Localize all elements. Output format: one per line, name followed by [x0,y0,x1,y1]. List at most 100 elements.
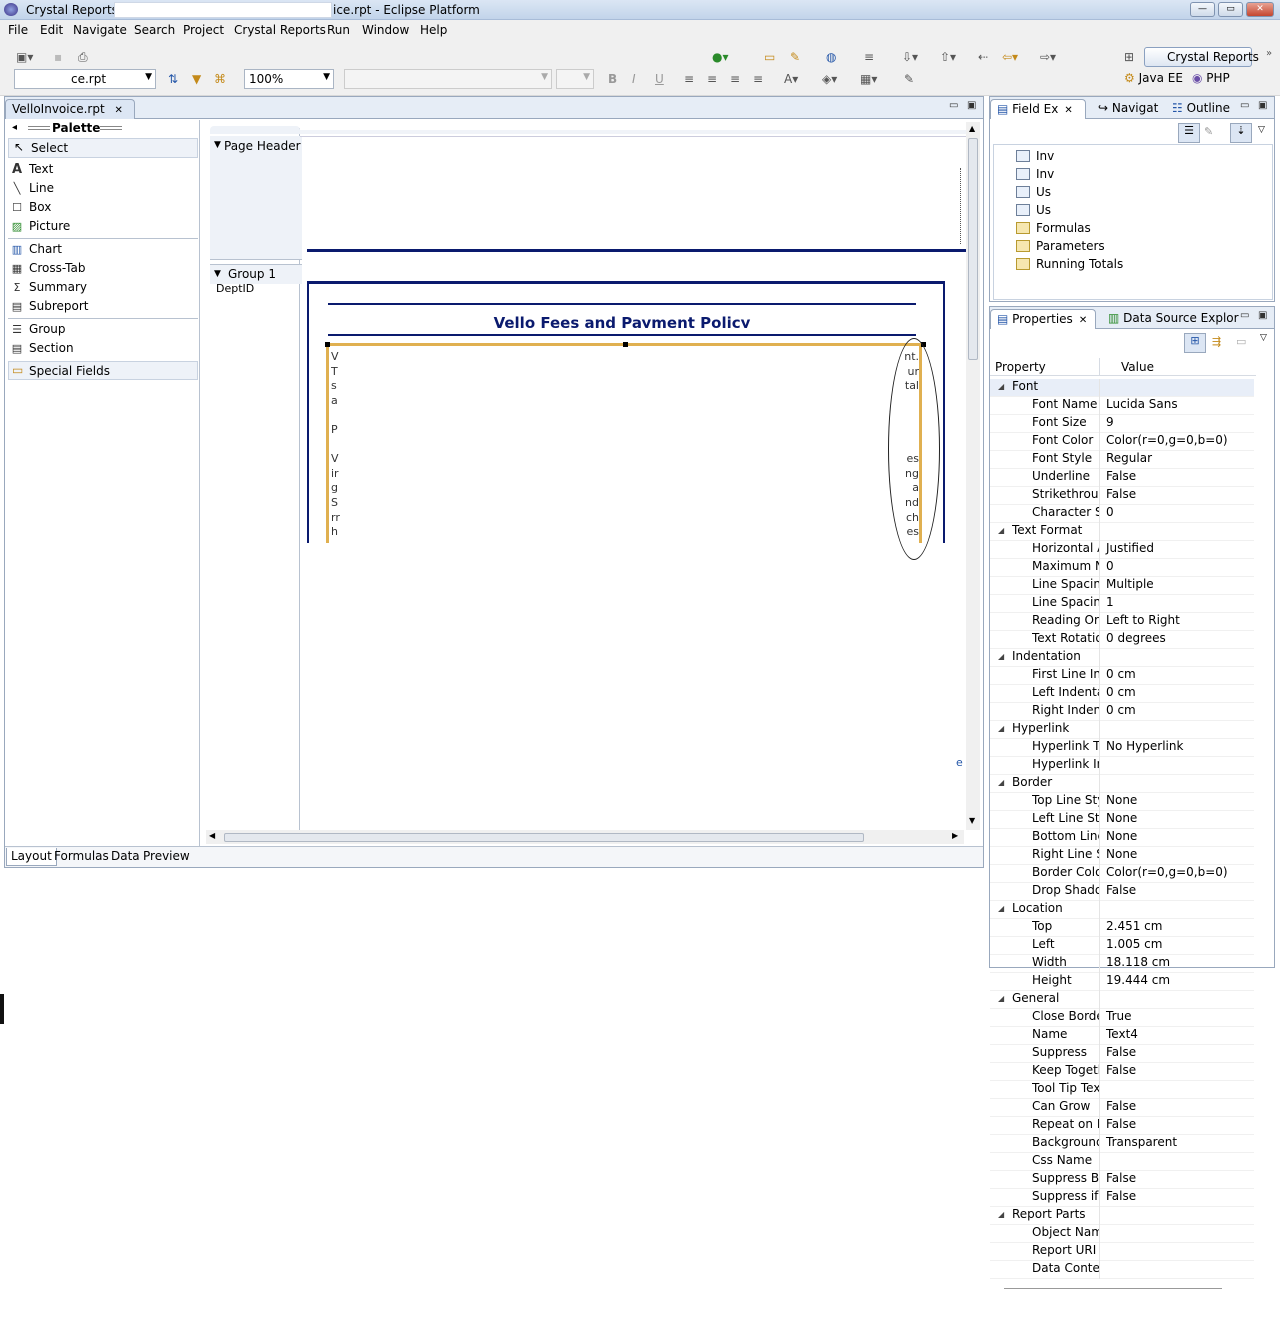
show-categories-icon[interactable]: ⊞ [1184,333,1206,353]
tree-view-icon[interactable]: ☰ [1178,123,1200,143]
close-icon[interactable]: ✕ [1064,105,1072,116]
font-color-icon[interactable]: A▾ [784,71,798,87]
section-bar-report-header[interactable] [210,126,300,134]
tab-outline[interactable]: ☷ Outline [1166,99,1236,119]
border-icon[interactable]: ▦▾ [860,71,877,87]
expand-arrow-icon[interactable]: ▼ [214,140,221,150]
tab-navigator[interactable]: ↪ Navigat [1092,99,1164,119]
align-left-icon[interactable]: ≡ [684,71,694,87]
property-row[interactable]: Text Rotation 0 degrees [990,631,1254,649]
open-folder-icon[interactable]: ▭ [764,49,775,65]
property-value[interactable]: False [1106,1099,1136,1113]
property-value[interactable]: 0 cm [1106,685,1136,699]
annotation-prev-icon[interactable]: ⇩▾ [902,49,918,65]
vertical-scroll-thumb[interactable] [968,138,978,360]
sql-icon[interactable]: ⌘ [214,71,226,87]
tree-item-table[interactable]: Inv [1016,149,1054,163]
palette-item-box[interactable]: ☐ Box [10,200,51,214]
annotation-next-icon[interactable]: ⇧▾ [940,49,956,65]
property-row[interactable]: Font Size 9 [990,415,1254,433]
property-value[interactable]: False [1106,469,1136,483]
section-group1[interactable]: ▼ Group 1 [210,264,302,284]
property-row[interactable]: Underline False [990,469,1254,487]
property-category[interactable]: ◢ Font [990,379,1254,397]
property-value[interactable]: 9 [1106,415,1114,429]
minimize-view-icon[interactable]: ▭ [1240,310,1249,321]
tree-item-parameters[interactable]: Parameters [1016,239,1105,253]
wand-icon[interactable]: ✎ [790,49,800,65]
horizontal-scrollbar[interactable]: ◀ ▶ [206,830,964,844]
property-row[interactable]: Maximum Nu 0 [990,559,1254,577]
property-row[interactable]: Object Name [990,1225,1254,1243]
tree-item-table[interactable]: Us [1016,185,1051,199]
property-row[interactable]: Width 18.118 cm [990,955,1254,973]
property-row[interactable]: Bottom Line None [990,829,1254,847]
perspective-crystal-reports[interactable]: Crystal Reports [1144,47,1259,67]
property-row[interactable]: Horizontal Al Justified [990,541,1254,559]
property-row[interactable]: Line Spacing 1 [990,595,1254,613]
property-value[interactable]: False [1106,1171,1136,1185]
property-row[interactable]: Tool Tip Text [990,1081,1254,1099]
maximize-view-icon[interactable]: ▣ [1258,100,1267,111]
menu-run[interactable]: Run [327,23,350,37]
collapse-triangle-icon[interactable]: ◢ [998,778,1004,787]
collapse-triangle-icon[interactable]: ◢ [998,994,1004,1003]
property-category[interactable]: ◢ Text Format [990,523,1254,541]
palette-select-tool[interactable]: ↖ Select [8,138,198,158]
property-value[interactable]: None [1106,829,1137,843]
property-row[interactable]: Right Line Sty None [990,847,1254,865]
collapse-palette-icon[interactable]: ◂ [12,122,17,133]
selected-text-object[interactable]: V T s a P V ir g S rr h nt. ur tal es ng… [325,342,926,543]
view-menu-icon[interactable]: ▽ [1260,333,1267,343]
zoom-combo[interactable]: 100% ▼ [244,69,334,89]
scroll-up-icon[interactable]: ▲ [969,124,975,133]
property-value[interactable]: 1 [1106,595,1114,609]
property-row[interactable]: Data Context [990,1261,1254,1279]
property-row[interactable]: Suppress if D False [990,1189,1254,1207]
property-value[interactable]: 0 [1106,559,1114,573]
maximize-button[interactable]: ▭ [1218,2,1243,17]
property-value[interactable]: None [1106,847,1137,861]
perspective-java-ee[interactable]: ⚙ Java EE [1124,71,1183,85]
last-edit-icon[interactable]: ⇠ [978,49,988,65]
property-category[interactable]: ◢ Indentation [990,649,1254,667]
align-center-icon[interactable]: ≡ [707,71,717,87]
italic-button[interactable]: I [632,71,636,87]
align-right-icon[interactable]: ≡ [730,71,740,87]
property-value[interactable]: Color(r=0,g=0,b=0) [1106,433,1228,447]
drag-handle-icon[interactable] [100,126,122,130]
back-icon[interactable]: ⇦▾ [1002,49,1018,65]
font-name-combo[interactable]: ▼ [344,69,552,89]
tree-item-formulas[interactable]: Formulas [1016,221,1091,235]
property-value[interactable]: False [1106,883,1136,897]
property-row[interactable]: Hyperlink Inf [990,757,1254,775]
menu-navigate[interactable]: Navigate [73,23,127,37]
property-row[interactable]: Strikethrough False [990,487,1254,505]
property-row[interactable]: Report URI [990,1243,1254,1261]
property-row[interactable]: Reading Ord Left to Right [990,613,1254,631]
property-row[interactable]: Line Spacing Multiple [990,577,1254,595]
save-icon[interactable]: ▪ [54,49,62,65]
column-divider[interactable] [1099,358,1100,376]
list-icon[interactable]: ≡ [864,49,874,65]
close-icon[interactable]: ✕ [114,105,122,116]
collapse-triangle-icon[interactable]: ◢ [998,904,1004,913]
resize-handle[interactable] [623,342,628,347]
property-value[interactable]: False [1106,1045,1136,1059]
menu-help[interactable]: Help [420,23,447,37]
scroll-down-icon[interactable]: ▼ [969,816,975,825]
property-row[interactable]: Right Indenta 0 cm [990,703,1254,721]
property-value[interactable]: Justified [1106,541,1154,555]
collapse-triangle-icon[interactable]: ◢ [998,1210,1004,1219]
forward-icon[interactable]: ⇨▾ [1040,49,1056,65]
vertical-scrollbar[interactable]: ▲ ▼ [966,122,980,830]
minimize-button[interactable]: — [1190,2,1215,17]
maximize-view-icon[interactable]: ▣ [1258,310,1267,321]
menu-crystal-reports[interactable]: Crystal Reports [234,23,326,37]
property-row[interactable]: Top 2.451 cm [990,919,1254,937]
perspective-php[interactable]: ◉ PHP [1192,71,1230,85]
property-row[interactable]: Character Sp 0 [990,505,1254,523]
scroll-right-icon[interactable]: ▶ [952,831,958,840]
fill-color-icon[interactable]: ◈▾ [822,71,837,87]
property-row[interactable]: Drop Shadow False [990,883,1254,901]
